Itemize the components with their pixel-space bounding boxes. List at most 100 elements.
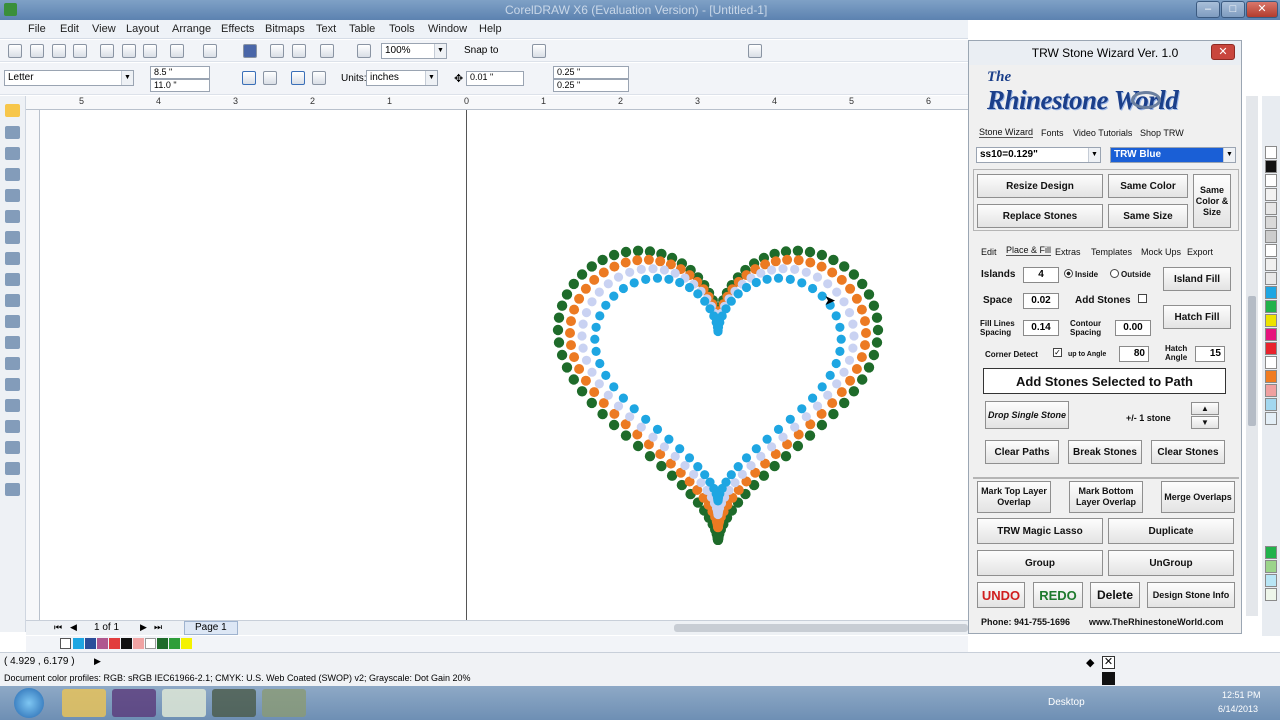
swatch[interactable] bbox=[1265, 230, 1277, 243]
angle-input[interactable]: 80 bbox=[1119, 346, 1149, 362]
rhinestone[interactable] bbox=[831, 311, 841, 321]
undo-button[interactable]: UNDO bbox=[977, 582, 1025, 608]
rhinestone[interactable] bbox=[790, 422, 800, 432]
zoom-tool-icon[interactable] bbox=[5, 168, 20, 181]
menu-edit[interactable]: Edit bbox=[60, 23, 79, 35]
menu-tools[interactable]: Tools bbox=[389, 23, 415, 35]
swatch[interactable] bbox=[1265, 300, 1277, 313]
rhinestone[interactable] bbox=[705, 477, 715, 487]
rhinestone[interactable] bbox=[848, 269, 860, 280]
rhinestone[interactable] bbox=[636, 264, 646, 274]
stone-down-button[interactable]: ▼ bbox=[1191, 416, 1219, 429]
horizontal-scrollbar[interactable] bbox=[674, 624, 968, 632]
inside-radio[interactable] bbox=[1064, 269, 1073, 278]
launcher-icon[interactable] bbox=[320, 44, 334, 58]
swatch[interactable] bbox=[1265, 202, 1277, 215]
explorer-taskbar-icon[interactable] bbox=[62, 689, 106, 717]
table-tool-icon[interactable] bbox=[5, 336, 20, 349]
rhinestone[interactable] bbox=[801, 267, 811, 277]
rhinestone[interactable] bbox=[620, 246, 632, 258]
rhinestone[interactable] bbox=[726, 470, 736, 480]
duplicate-x-input[interactable]: 0.25 " bbox=[553, 66, 629, 79]
swatch[interactable] bbox=[1265, 216, 1277, 229]
ellipse-tool-icon[interactable] bbox=[5, 252, 20, 265]
rhinestone[interactable] bbox=[581, 308, 592, 318]
rhinestone[interactable] bbox=[816, 249, 828, 261]
application-icon[interactable] bbox=[748, 44, 762, 58]
swatch[interactable] bbox=[1265, 384, 1277, 397]
app-taskbar-icon[interactable] bbox=[212, 689, 256, 717]
rhinestone[interactable] bbox=[620, 257, 631, 268]
rhinestone[interactable] bbox=[578, 343, 588, 353]
rhinestone[interactable] bbox=[797, 278, 807, 288]
rhinestone[interactable] bbox=[684, 453, 695, 463]
rhinestone[interactable] bbox=[609, 382, 619, 392]
rhinestone[interactable] bbox=[591, 322, 601, 332]
rhinestone[interactable] bbox=[845, 375, 856, 386]
rhinestone[interactable] bbox=[868, 300, 880, 311]
rhinestone[interactable] bbox=[586, 261, 597, 272]
rhinestone[interactable] bbox=[812, 401, 823, 411]
rhinestone[interactable] bbox=[797, 404, 807, 414]
rhinestone[interactable] bbox=[581, 355, 592, 365]
subtab-extras[interactable]: Extras bbox=[1055, 247, 1081, 257]
rhinestone[interactable] bbox=[839, 367, 849, 377]
menu-arrange[interactable]: Arrange bbox=[172, 23, 211, 35]
color-profile-text[interactable]: Document color profiles: RGB: sRGB IEC61… bbox=[4, 673, 471, 683]
subtab-edit[interactable]: Edit bbox=[981, 247, 997, 257]
swatch[interactable] bbox=[1265, 314, 1277, 327]
rhinestone[interactable] bbox=[595, 358, 605, 369]
rhinestone[interactable] bbox=[845, 283, 856, 294]
rhinestone[interactable] bbox=[591, 346, 601, 356]
rhinestone[interactable] bbox=[860, 340, 870, 351]
rhinestone[interactable] bbox=[733, 462, 743, 472]
rhinestone[interactable] bbox=[648, 432, 658, 442]
next-page-icon[interactable]: ▶ bbox=[140, 622, 147, 633]
rhinestone[interactable] bbox=[566, 340, 576, 351]
swatch[interactable] bbox=[1265, 342, 1277, 355]
first-page-icon[interactable]: ⏮ bbox=[54, 622, 62, 633]
stone-color-select[interactable]: TRW Blue ▼ bbox=[1110, 147, 1236, 163]
rhinestone[interactable] bbox=[568, 278, 579, 290]
menu-file[interactable]: File bbox=[28, 23, 46, 35]
eyedropper-tool-icon[interactable] bbox=[5, 441, 20, 454]
transparency-tool-icon[interactable] bbox=[5, 420, 20, 433]
rhinestone[interactable] bbox=[574, 293, 585, 304]
rhinestone[interactable] bbox=[609, 261, 620, 272]
replace-stones-button[interactable]: Replace Stones bbox=[977, 204, 1103, 228]
blend-tool-icon[interactable] bbox=[5, 399, 20, 412]
rhinestone[interactable] bbox=[608, 419, 620, 431]
design-stone-info-button[interactable]: Design Stone Info bbox=[1147, 582, 1235, 608]
rhinestone[interactable] bbox=[613, 401, 624, 411]
rhinestone[interactable] bbox=[700, 470, 710, 480]
swatch[interactable] bbox=[145, 638, 156, 649]
page-tab[interactable]: Page 1 bbox=[184, 621, 238, 635]
rhinestone[interactable] bbox=[816, 419, 828, 431]
rhinestone[interactable] bbox=[823, 279, 833, 289]
portrait-icon[interactable] bbox=[242, 71, 256, 85]
rhinestone[interactable] bbox=[629, 278, 639, 288]
rhinestone[interactable] bbox=[836, 274, 847, 285]
rhinestone[interactable] bbox=[756, 451, 766, 461]
rhinestone[interactable] bbox=[670, 451, 680, 461]
nudge-input[interactable]: 0.01 " bbox=[466, 71, 524, 86]
rhinestone[interactable] bbox=[580, 375, 591, 386]
rhinestone-heart[interactable] bbox=[540, 240, 900, 545]
menu-text[interactable]: Text bbox=[316, 23, 336, 35]
rhinestone[interactable] bbox=[652, 424, 663, 434]
rhinestone[interactable] bbox=[751, 444, 761, 454]
rhinestone[interactable] bbox=[565, 328, 575, 338]
rhinestone[interactable] bbox=[851, 364, 862, 374]
rhinestone[interactable] bbox=[778, 432, 788, 442]
subtab-export[interactable]: Export bbox=[1187, 247, 1213, 257]
rhinestone[interactable] bbox=[805, 257, 816, 268]
rhinestone[interactable] bbox=[594, 379, 604, 389]
rhinestone[interactable] bbox=[620, 430, 632, 441]
rhinestone[interactable] bbox=[636, 422, 646, 432]
rhinestone[interactable] bbox=[851, 293, 862, 304]
rhinestone[interactable] bbox=[782, 254, 793, 265]
rhinestone[interactable] bbox=[804, 430, 816, 441]
rhinestone[interactable] bbox=[608, 249, 620, 261]
hatch-fill-button[interactable]: Hatch Fill bbox=[1163, 305, 1231, 329]
swatch[interactable] bbox=[1265, 546, 1277, 559]
